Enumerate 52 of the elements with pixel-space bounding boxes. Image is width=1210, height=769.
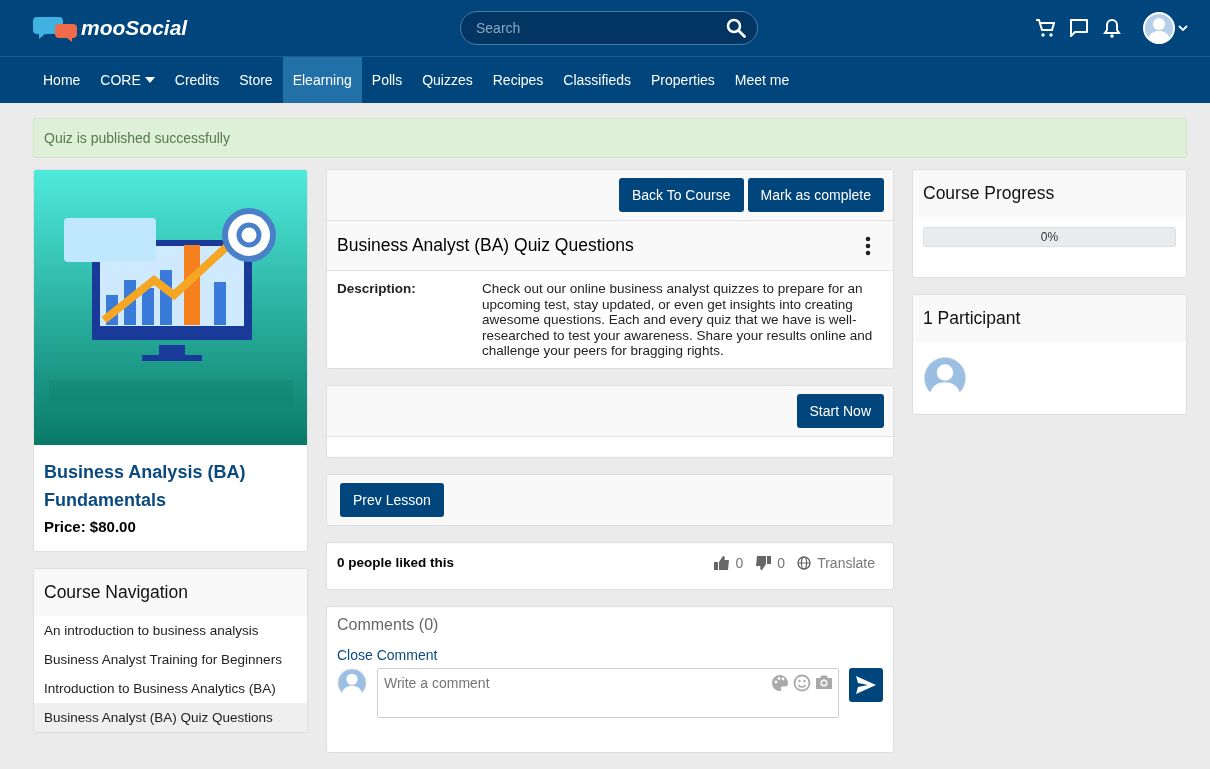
nav-tab[interactable]: Elearning bbox=[282, 57, 362, 103]
course-title-link[interactable]: Business Analysis (BA) Fundamentals bbox=[44, 458, 297, 514]
nav-tab[interactable]: CORE bbox=[90, 57, 165, 103]
chevron-down-icon[interactable] bbox=[1178, 24, 1188, 32]
close-comment-link[interactable]: Close Comment bbox=[337, 646, 883, 663]
like-count: 0 bbox=[735, 554, 744, 571]
description-text: Check out our online business analyst quizzes to prepare for an upcoming test, stay updated, or even get insights into creating awesome questions. Each and every quiz that we have is well-researched to test your awareness. Share your results online and challenge your peers for bragging rights. bbox=[482, 281, 874, 359]
translate-link[interactable]: Translate bbox=[817, 554, 875, 571]
course-price: Price: $80.00 bbox=[44, 518, 137, 535]
globe-icon bbox=[797, 555, 812, 570]
course-navigation-item[interactable]: An introduction to business analysis bbox=[34, 616, 307, 645]
description-label: Description: bbox=[337, 281, 417, 298]
chat-bubbles-logo-icon bbox=[33, 14, 79, 42]
nav-tab[interactable]: Meet me bbox=[724, 57, 800, 103]
course-navigation-item[interactable]: Business Analyst Training for Beginners bbox=[34, 645, 307, 674]
comments-heading: Comments (0) bbox=[337, 615, 440, 634]
thumbs-up-icon[interactable] bbox=[713, 555, 730, 570]
lesson-action-button[interactable]: Mark as complete bbox=[747, 178, 884, 212]
chat-icon[interactable] bbox=[1069, 18, 1089, 38]
likes-summary: 0 people liked this bbox=[337, 555, 455, 570]
send-icon bbox=[856, 675, 876, 694]
search-field[interactable]: Search bbox=[460, 11, 758, 45]
thumbs-down-icon[interactable] bbox=[755, 555, 772, 570]
start-now-button[interactable]: Start Now bbox=[796, 393, 884, 428]
card-title: Course Progress bbox=[913, 170, 1186, 217]
nav-tab[interactable]: Classifieds bbox=[553, 57, 642, 103]
course-navigation-item[interactable]: Business Analyst (BA) Quiz Questions bbox=[34, 703, 307, 732]
lesson-title: Business Analyst (BA) Quiz Questions bbox=[337, 235, 634, 256]
nav-tab[interactable]: Home bbox=[33, 57, 91, 103]
prev-lesson-button[interactable]: Prev Lesson bbox=[340, 482, 444, 517]
success-alert: Quiz is published successfully bbox=[33, 118, 1187, 158]
card-title: 1 Participant bbox=[913, 295, 1186, 342]
lesson-action-button[interactable]: Back To Course bbox=[618, 178, 744, 212]
course-navigation-item[interactable]: Introduction to Business Analytics (BA) bbox=[34, 674, 307, 703]
caret-icon bbox=[144, 77, 155, 83]
nav-tab[interactable]: Properties bbox=[641, 57, 725, 103]
nav-tab[interactable]: Polls bbox=[361, 57, 413, 103]
card-title: Course Navigation bbox=[34, 569, 307, 616]
more-options-icon[interactable] bbox=[865, 235, 871, 256]
bell-icon[interactable] bbox=[1103, 18, 1121, 38]
send-button[interactable] bbox=[849, 667, 883, 702]
cart-icon[interactable] bbox=[1035, 18, 1055, 38]
avatar-icon[interactable] bbox=[1143, 12, 1175, 44]
user-avatar-icon bbox=[337, 667, 367, 698]
dislike-count: 0 bbox=[777, 554, 786, 571]
nav-tab[interactable]: Recipes bbox=[482, 57, 554, 103]
nav-tab[interactable]: Store bbox=[229, 57, 283, 103]
nav-tab[interactable]: Credits bbox=[164, 57, 230, 103]
search-icon[interactable] bbox=[726, 18, 746, 38]
nav-tab[interactable]: Quizzes bbox=[412, 57, 483, 103]
site-logo[interactable]: mooSocial bbox=[81, 16, 188, 40]
progress-reading: 0% bbox=[1040, 230, 1059, 244]
